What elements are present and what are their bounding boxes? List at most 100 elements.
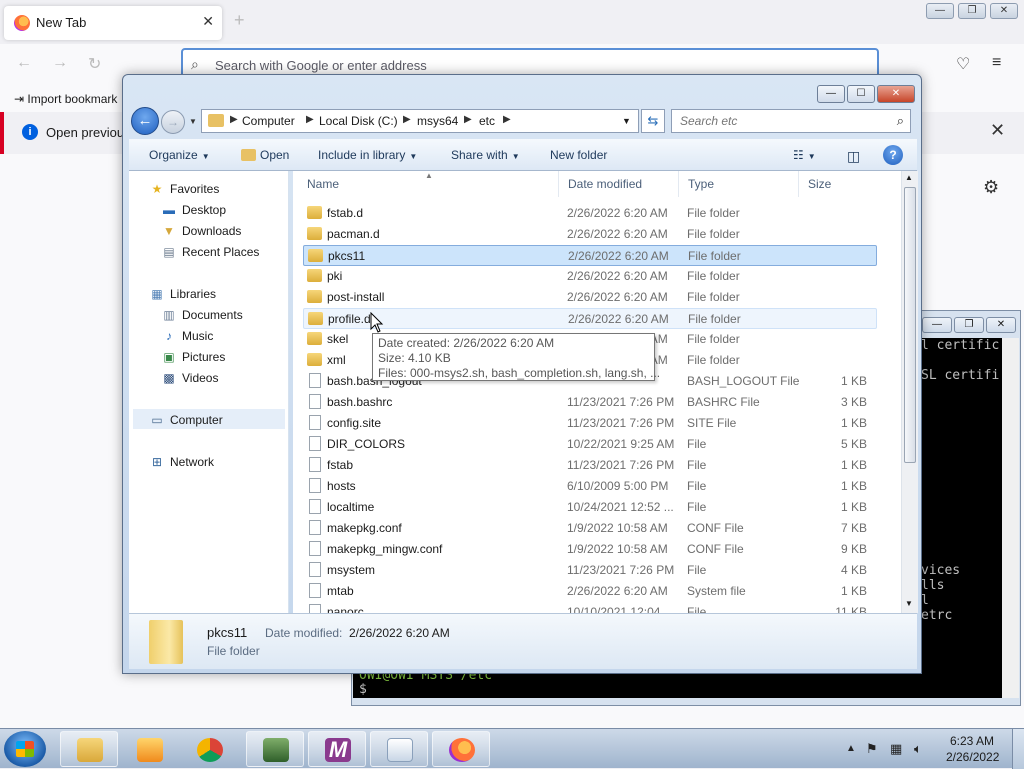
action-center-icon[interactable]: ⚑ (866, 741, 878, 757)
preview-pane-icon[interactable]: ◫ (847, 148, 860, 165)
nav-item-favorites[interactable]: ★ Favorites (149, 182, 220, 196)
file-row[interactable]: fstab.d 2/26/2022 6:20 AM File folder (303, 203, 877, 224)
search-icon[interactable]: ⌕ (897, 113, 904, 129)
new-folder-button[interactable]: New folder (550, 148, 607, 162)
nav-item-libraries[interactable]: ▦ Libraries (149, 287, 216, 301)
breadcrumb-separator-icon[interactable]: ▶ (403, 114, 411, 125)
terminal-restore-icon[interactable]: ❐ (954, 317, 984, 333)
file-row[interactable]: pacman.d 2/26/2022 6:20 AM File folder (303, 224, 877, 245)
column-header-size[interactable]: Size (799, 171, 879, 197)
show-desktop-button[interactable] (1012, 729, 1024, 769)
search-input[interactable] (672, 110, 882, 132)
volume-icon[interactable]: 🔈︎ (914, 741, 922, 757)
file-row[interactable]: fstab 11/23/2021 7:26 PM File 1 KB (303, 455, 877, 476)
breadcrumb-local-disk[interactable]: Local Disk (C:) (319, 114, 398, 128)
view-options-icon[interactable]: ☷ ▼ (793, 148, 816, 162)
terminal-screen[interactable]: l certific SL certifi vices lls l etrc (919, 338, 1002, 698)
search-box[interactable]: ⌕ (671, 109, 911, 133)
nav-item-recent-places[interactable]: ▤ Recent Places (161, 245, 259, 259)
show-hidden-icons-icon[interactable]: ▲ (846, 743, 856, 754)
file-row[interactable]: pkcs11 2/26/2022 6:20 AM File folder (303, 245, 877, 266)
taskbar-chrome[interactable] (180, 731, 238, 767)
file-row[interactable]: DIR_COLORS 10/22/2021 9:25 AM File 5 KB (303, 434, 877, 455)
file-row[interactable]: localtime 10/24/2021 12:52 ... File 1 KB (303, 497, 877, 518)
breadcrumb-separator-icon[interactable]: ▶ (230, 114, 238, 125)
nav-item-videos[interactable]: ▩ Videos (161, 371, 218, 385)
file-row[interactable]: makepkg_mingw.conf 1/9/2022 10:58 AM CONF … (303, 539, 877, 560)
terminal-line: SL certifi (921, 368, 1000, 383)
file-row[interactable]: mtab 2/26/2022 6:20 AM System file 1 KB (303, 581, 877, 602)
network-tray-icon[interactable]: ▦ (890, 741, 902, 757)
address-bar[interactable]: ▶ Computer ▶ Local Disk (C:) ▶ msys64 ▶ … (201, 109, 639, 133)
forward-button[interactable]: → (161, 110, 185, 134)
file-row[interactable]: hosts 6/10/2009 5:00 PM File 1 KB (303, 476, 877, 497)
explorer-close-icon[interactable]: ✕ (877, 85, 915, 103)
breadcrumb-msys64[interactable]: msys64 (417, 114, 458, 128)
include-in-library-button[interactable]: Include in library ▼ (318, 148, 417, 162)
close-icon[interactable]: ✕ (990, 3, 1018, 19)
help-icon[interactable]: ? (883, 145, 903, 165)
file-row[interactable]: pki 2/26/2022 6:20 AM File folder (303, 266, 877, 287)
nav-item-downloads[interactable]: ▼ Downloads (161, 224, 241, 238)
back-button[interactable]: ← (131, 107, 159, 135)
file-row[interactable]: msystem 11/23/2021 7:26 PM File 4 KB (303, 560, 877, 581)
notice-close-icon[interactable]: ✕ (990, 120, 1005, 141)
minimize-icon[interactable]: — (926, 3, 954, 19)
breadcrumb-separator-icon[interactable]: ▶ (503, 114, 511, 125)
taskbar-notepad[interactable] (370, 731, 428, 767)
back-arrow-icon[interactable]: ← (16, 54, 32, 72)
menu-icon[interactable]: ≡ (992, 54, 1001, 72)
explorer-maximize-icon[interactable]: ☐ (847, 85, 875, 103)
file-list-scrollbar[interactable]: ▲ ▼ (901, 171, 918, 613)
scroll-up-icon[interactable]: ▲ (905, 173, 913, 182)
explorer-minimize-icon[interactable]: — (817, 85, 845, 103)
breadcrumb-etc[interactable]: etc (479, 114, 495, 128)
nav-item-documents[interactable]: ▥ Documents (161, 308, 242, 322)
refresh-button[interactable]: ⇆ (641, 109, 665, 133)
nav-item-desktop[interactable]: ▬ Desktop (161, 203, 226, 217)
clock-date[interactable]: 2/26/2022 (946, 750, 999, 764)
reload-icon[interactable]: ↻ (88, 54, 101, 74)
import-bookmarks-button[interactable]: ⇥ Import bookmark (14, 92, 117, 106)
terminal-scrollbar[interactable] (1002, 338, 1019, 698)
breadcrumb-separator-icon[interactable]: ▶ (306, 114, 314, 125)
file-row[interactable]: bash.bashrc 11/23/2021 7:26 PM BASHRC File… (303, 392, 877, 413)
terminal-close-icon[interactable]: ✕ (986, 317, 1016, 333)
file-row[interactable]: post-install 2/26/2022 6:20 AM File folder (303, 287, 877, 308)
forward-arrow-icon[interactable]: → (52, 54, 68, 72)
restore-icon[interactable]: ❐ (958, 3, 986, 19)
open-button[interactable]: Open (241, 148, 289, 162)
column-header-type[interactable]: Type (679, 171, 799, 197)
nav-item-pictures[interactable]: ▣ Pictures (161, 350, 225, 364)
file-row[interactable]: profile.d 2/26/2022 6:20 AM File folder (303, 308, 877, 329)
column-header-date-modified[interactable]: Date modified (559, 171, 679, 197)
breadcrumb-computer[interactable]: Computer (242, 114, 295, 128)
gear-icon[interactable]: ⚙ (983, 177, 999, 198)
scroll-down-icon[interactable]: ▼ (905, 599, 913, 608)
file-row[interactable]: nanorc 10/10/2021 12:04 ... File 11 KB (303, 602, 877, 613)
nav-item-computer[interactable]: ▭ Computer (149, 413, 222, 427)
close-tab-icon[interactable]: ✕ (202, 13, 214, 30)
taskbar-media-player[interactable] (120, 731, 178, 767)
nav-item-music[interactable]: ♪ Music (161, 329, 213, 343)
organize-button[interactable]: Organize ▼ (149, 148, 210, 162)
scroll-thumb[interactable] (904, 187, 916, 463)
taskbar-firefox[interactable] (432, 731, 490, 767)
recent-pages-dropdown-icon[interactable]: ▼ (189, 117, 197, 126)
chevron-down-icon[interactable]: ▼ (622, 116, 631, 126)
clock-time[interactable]: 6:23 AM (950, 734, 994, 748)
share-with-button[interactable]: Share with ▼ (451, 148, 520, 162)
taskbar-explorer[interactable] (60, 731, 118, 767)
file-row[interactable]: makepkg.conf 1/9/2022 10:58 AM CONF File 7 … (303, 518, 877, 539)
new-tab-button[interactable]: + (234, 10, 245, 31)
breadcrumb-separator-icon[interactable]: ▶ (464, 114, 472, 125)
terminal-prompt-area[interactable]: OWI@OWI MSYS /etc $ (353, 668, 1002, 698)
pocket-icon[interactable]: ♡ (956, 54, 970, 74)
taskbar-msys2[interactable]: M (308, 731, 366, 767)
tab-new-tab[interactable]: New Tab ✕ (4, 6, 222, 40)
terminal-minimize-icon[interactable]: — (922, 317, 952, 333)
start-button[interactable] (4, 731, 46, 767)
taskbar-task-manager[interactable] (246, 731, 304, 767)
nav-item-network[interactable]: ⊞ Network (149, 455, 214, 469)
file-row[interactable]: config.site 11/23/2021 7:26 PM SITE File 1 … (303, 413, 877, 434)
